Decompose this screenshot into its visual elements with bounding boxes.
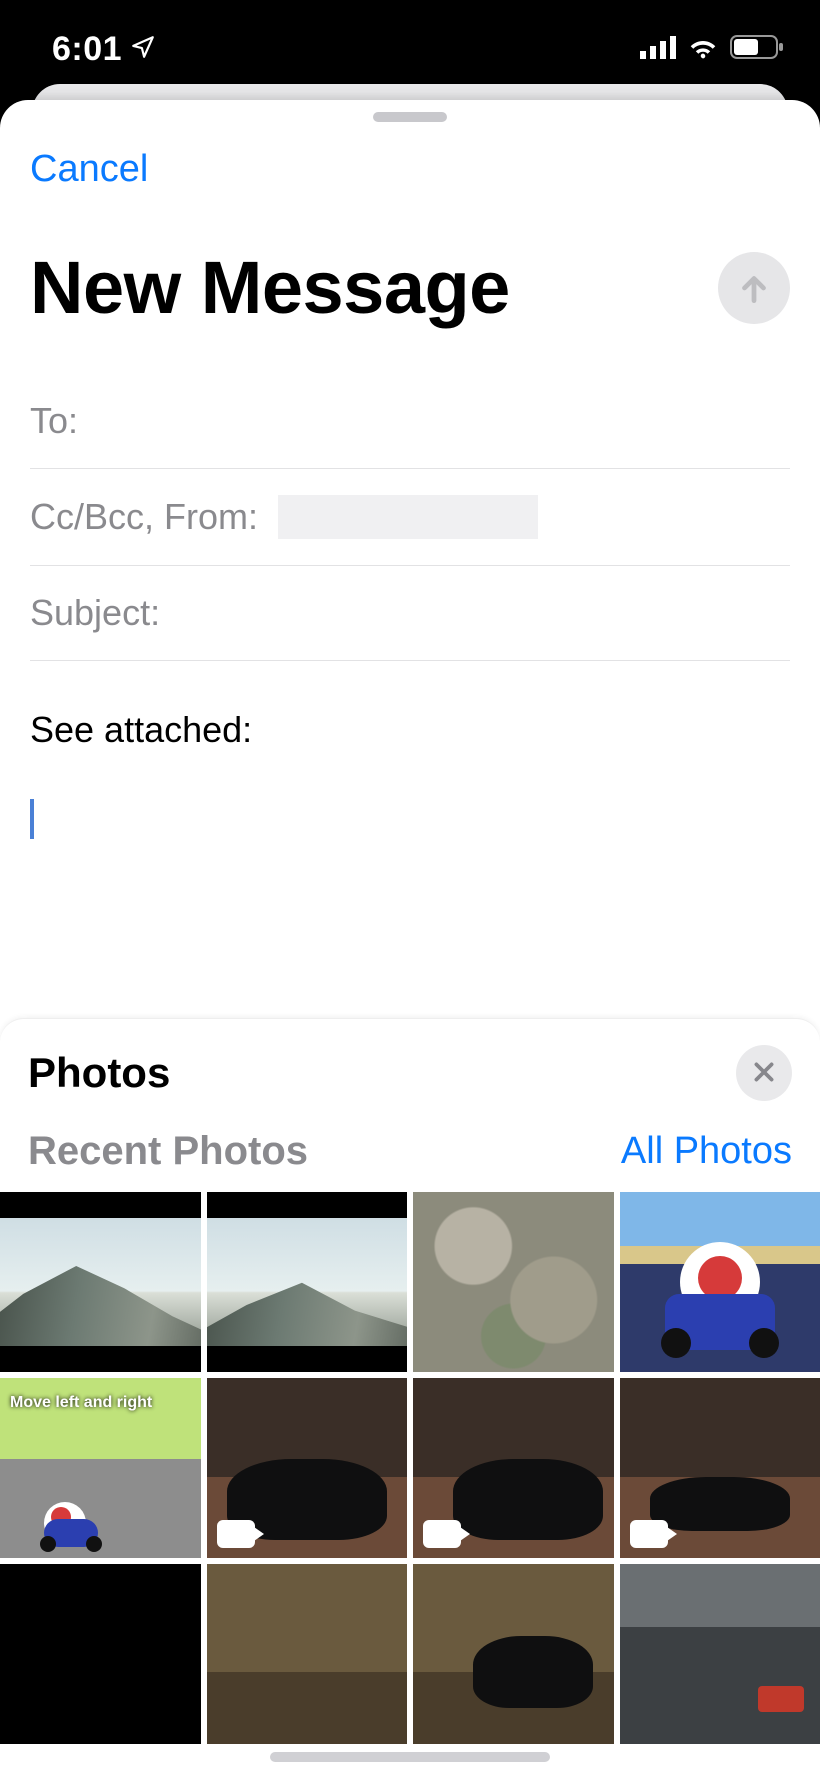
video-badge-icon bbox=[217, 1520, 255, 1548]
subject-label: Subject: bbox=[30, 592, 160, 634]
photo-thumbnail[interactable] bbox=[413, 1564, 614, 1744]
cellular-signal-icon bbox=[640, 35, 676, 64]
sheet-header: Cancel bbox=[0, 122, 820, 191]
video-thumbnail[interactable] bbox=[207, 1378, 408, 1558]
kart-icon bbox=[44, 1519, 98, 1547]
to-field-row[interactable]: To: bbox=[30, 374, 790, 468]
body-text: See attached: bbox=[30, 709, 790, 751]
to-input[interactable] bbox=[90, 400, 790, 442]
home-indicator[interactable] bbox=[270, 1752, 550, 1762]
cc-bcc-from-row[interactable]: Cc/Bcc, From: bbox=[30, 468, 790, 565]
wifi-icon bbox=[686, 35, 720, 64]
body-divider bbox=[30, 660, 790, 687]
photo-thumbnail[interactable] bbox=[207, 1192, 408, 1372]
location-arrow-icon bbox=[130, 34, 156, 65]
overlay-text: Move left and right bbox=[10, 1394, 152, 1412]
cancel-button[interactable]: Cancel bbox=[30, 148, 148, 191]
photo-thumbnail[interactable] bbox=[620, 1192, 820, 1372]
from-address-redacted bbox=[278, 495, 538, 539]
text-caret bbox=[30, 799, 34, 839]
photo-thumbnail[interactable] bbox=[207, 1564, 408, 1744]
photo-thumbnail[interactable] bbox=[0, 1192, 201, 1372]
screen: 6:01 Cancel New Message bbox=[0, 0, 820, 1776]
title-row: New Message bbox=[0, 191, 820, 374]
video-thumbnail[interactable] bbox=[620, 1378, 820, 1558]
to-label: To: bbox=[30, 400, 78, 442]
photos-header: Photos bbox=[0, 1019, 820, 1123]
compose-title: New Message bbox=[30, 245, 510, 330]
status-right bbox=[640, 34, 784, 65]
subject-input[interactable] bbox=[172, 592, 790, 634]
photos-panel-title: Photos bbox=[28, 1049, 170, 1097]
photo-thumbnail[interactable]: Move left and right bbox=[0, 1378, 201, 1558]
compose-sheet: Cancel New Message To: Cc/Bcc, From: Sub… bbox=[0, 100, 820, 1776]
all-photos-button[interactable]: All Photos bbox=[621, 1130, 792, 1173]
recent-photos-label: Recent Photos bbox=[28, 1129, 308, 1174]
subject-row[interactable]: Subject: bbox=[30, 565, 790, 660]
arrow-up-icon bbox=[735, 269, 773, 307]
photo-thumbnail[interactable] bbox=[413, 1192, 614, 1372]
close-photos-button[interactable] bbox=[736, 1045, 792, 1101]
status-time: 6:01 bbox=[52, 30, 122, 69]
photo-grid: Move left and right bbox=[0, 1192, 820, 1744]
photos-subheader: Recent Photos All Photos bbox=[0, 1123, 820, 1192]
kart-icon bbox=[665, 1294, 775, 1350]
message-body[interactable]: See attached: bbox=[0, 687, 820, 858]
video-thumbnail[interactable] bbox=[413, 1378, 614, 1558]
close-icon bbox=[751, 1059, 777, 1088]
status-left: 6:01 bbox=[52, 30, 156, 69]
photo-thumbnail[interactable] bbox=[0, 1564, 201, 1744]
video-badge-icon bbox=[630, 1520, 668, 1548]
photos-panel: Photos Recent Photos All Photos bbox=[0, 1018, 820, 1776]
battery-icon bbox=[730, 34, 784, 65]
photo-thumbnail[interactable] bbox=[620, 1564, 820, 1744]
sheet-grabber[interactable] bbox=[373, 112, 447, 122]
send-button[interactable] bbox=[718, 252, 790, 324]
video-badge-icon bbox=[423, 1520, 461, 1548]
cc-bcc-from-label: Cc/Bcc, From: bbox=[30, 496, 258, 538]
